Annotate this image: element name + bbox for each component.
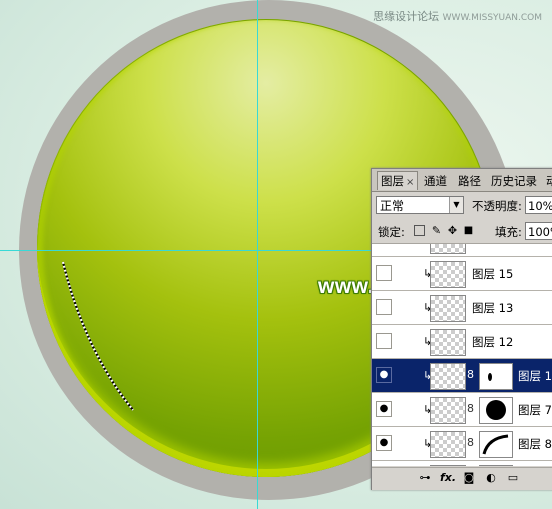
layer-name[interactable]: 图层 1 [518,368,552,384]
watermark-url: WWW.MISSYUAN.COM [442,13,542,23]
layer-thumbnail [430,244,466,254]
watermark-text: 思缘设计论坛 [373,10,440,23]
layer-thumbnail [430,397,466,424]
layer-thumbnail [430,295,466,322]
layer-row-partial[interactable] [372,244,552,257]
layers-panel: 图层 × 通道 路径 历史记录 动 正常 ▼ 不透明度: 10% 锁定: ✎ ✥ … [371,168,552,490]
move-lock-icon[interactable]: ✥ [447,225,458,236]
layer-thumbnail [430,329,466,356]
layer-name[interactable]: 图层 15 [472,266,513,282]
tab-label: 路径 [458,174,481,188]
blend-row: 正常 ▼ 不透明度: 10% [372,193,552,217]
chevron-down-icon[interactable]: ▼ [449,197,463,213]
blend-mode-select[interactable]: 正常 ▼ [376,196,464,214]
eye-icon[interactable]: ● [376,435,392,451]
close-icon[interactable]: × [406,177,414,188]
mask-shape [482,434,509,455]
layer-mask-thumbnail[interactable] [479,363,513,390]
lock-label: 锁定: [378,225,405,239]
layer-row[interactable]: ● ↳ 8 图层 7 [372,393,552,427]
layer-thumbnail [430,465,466,466]
layer-mask-thumbnail[interactable] [479,397,513,424]
eye-icon[interactable]: ● [376,367,392,383]
link-icon[interactable]: ⊶ [418,471,432,485]
tab-label: 历史记录 [491,174,537,188]
link-icon[interactable]: 8 [467,402,474,415]
padlock-icon[interactable]: ■ [463,225,474,236]
layer-row-selected[interactable]: ● ↳ 8 图层 1 [372,359,552,393]
layer-mask-thumbnail[interactable] [479,431,513,458]
layer-row[interactable]: ↳ 图层 15 [372,257,552,291]
visibility-toggle[interactable] [376,299,392,315]
mask-shape [488,373,492,381]
tab-channels[interactable]: 通道 [421,172,450,190]
layer-mask-thumbnail[interactable] [479,465,513,466]
layer-row[interactable]: ● 8 图层 [372,461,552,466]
top-watermark: 思缘设计论坛 WWW.MISSYUAN.COM [373,8,542,24]
layer-list[interactable]: ↳ 图层 15 ↳ 图层 13 ↳ 图层 12 ● ↳ 8 图层 1 ● ↳ 8… [372,244,552,466]
eye-icon[interactable]: ● [376,401,392,417]
layer-name[interactable]: 图层 12 [472,334,513,350]
folder-icon[interactable]: ▭ [506,471,520,485]
tab-layers[interactable]: 图层 × [377,171,419,190]
brush-lock-icon[interactable]: ✎ [431,225,442,236]
panel-tabs: 图层 × 通道 路径 历史记录 动 [372,169,552,192]
fill-input[interactable]: 100% [525,222,552,240]
layer-thumbnail [430,363,466,390]
fx-icon[interactable]: fx. [440,471,456,485]
tab-history[interactable]: 历史记录 [488,172,540,190]
tab-paths[interactable]: 路径 [455,172,484,190]
tab-label: 图层 [381,174,404,188]
mask-shape [486,400,506,420]
lock-row: 锁定: ✎ ✥ ■ 填充: 100% [372,219,552,244]
opacity-input[interactable]: 10% [525,196,552,214]
layer-thumbnail [430,431,466,458]
link-icon[interactable]: 8 [467,436,474,449]
visibility-toggle[interactable] [376,333,392,349]
layer-row[interactable]: ● ↳ 8 图层 8 [372,427,552,461]
mask-icon[interactable]: ◙ [462,471,476,485]
tab-label: 动 [546,174,552,188]
blend-mode-value: 正常 [380,199,405,213]
tab-label: 通道 [424,174,447,188]
layer-name[interactable]: 图层 8 [518,436,552,452]
vertical-guide[interactable] [257,0,258,509]
layer-name[interactable]: 图层 7 [518,402,552,418]
layer-name[interactable]: 图层 13 [472,300,513,316]
panel-footer: ⊶ fx. ◙ ◐ ▭ [372,467,552,490]
adjustment-icon[interactable]: ◐ [484,471,498,485]
fill-label: 填充: [495,225,522,239]
layer-row[interactable]: ↳ 图层 12 [372,325,552,359]
layer-row[interactable]: ↳ 图层 13 [372,291,552,325]
transparency-lock-icon[interactable] [414,225,425,236]
tab-actions[interactable]: 动 [543,172,552,190]
link-icon[interactable]: 8 [467,368,474,381]
layer-thumbnail [430,261,466,288]
visibility-toggle[interactable] [376,265,392,281]
opacity-label: 不透明度: [472,199,522,213]
